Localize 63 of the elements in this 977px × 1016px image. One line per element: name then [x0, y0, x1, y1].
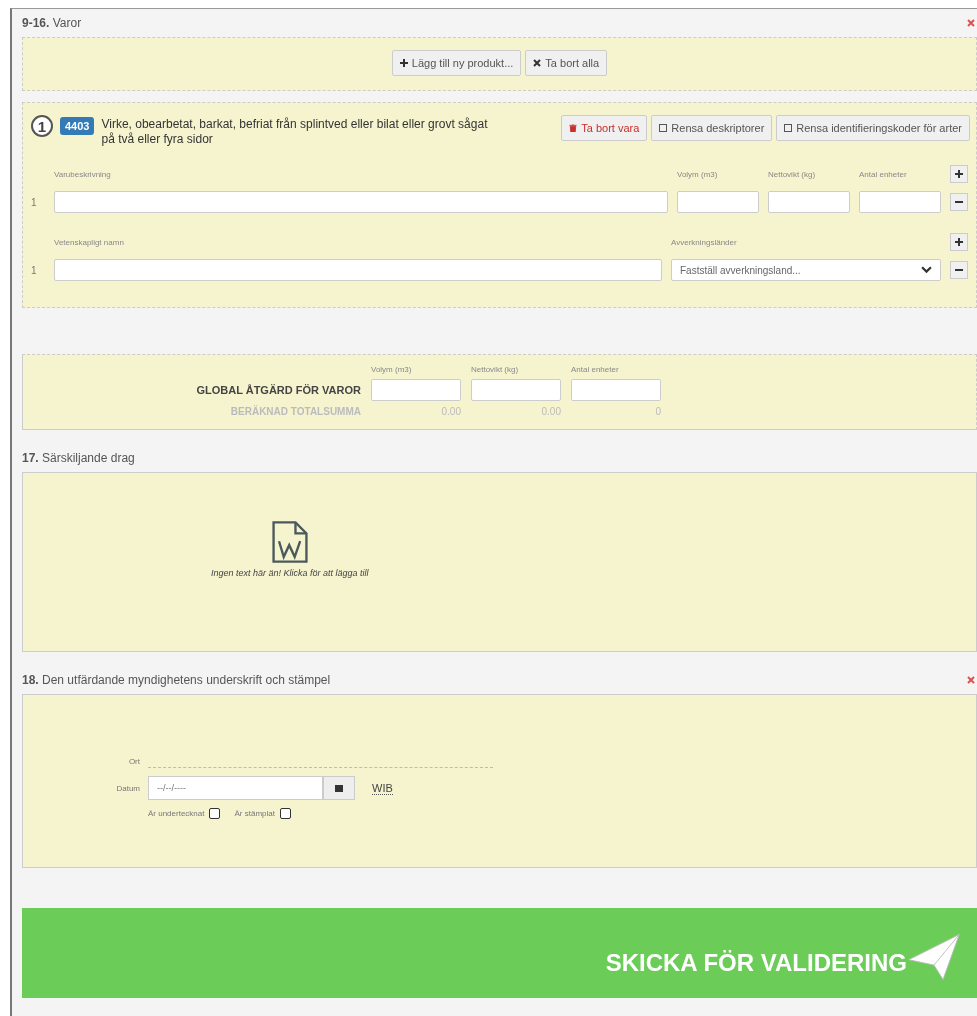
timezone-label: WIB	[372, 781, 393, 795]
toolbar-button[interactable]: Lägg till ny produkt...	[391, 50, 522, 76]
product-description: Virke, obearbetat, barkat, befriat från splintved eller bilat eller grovt sågat på två eller fyra sidor	[101, 117, 489, 147]
column-label: Nettovikt (kg)	[768, 169, 817, 179]
checkbox-icon	[784, 124, 793, 132]
section-title: 17. Särskiljande drag	[22, 451, 135, 465]
remove-row-button[interactable]	[950, 193, 968, 211]
input-field[interactable]	[54, 191, 668, 213]
minus-icon	[955, 198, 963, 206]
column-label: Varubeskrivning	[54, 169, 112, 179]
global-label: GLOBAL ÅTGÄRD FÖR VAROR	[195, 384, 361, 396]
input-field[interactable]	[471, 379, 561, 401]
item-number: 1	[31, 115, 53, 137]
close-icon[interactable]	[967, 19, 975, 27]
country-select[interactable]: Fastställ avverkningsland...	[671, 259, 941, 281]
action-button[interactable]: Rensa identifieringskoder för arter	[776, 115, 970, 141]
input-field[interactable]	[768, 191, 850, 213]
checkbox[interactable]	[279, 808, 291, 819]
paper-plane-icon	[907, 932, 961, 982]
document-icon	[271, 520, 308, 564]
plus-icon	[955, 170, 963, 178]
action-button[interactable]: Rensa deskriptorer	[651, 115, 773, 141]
code-badge: 4403	[60, 117, 95, 135]
column-label: Antal enheter	[859, 169, 908, 179]
column-label: Antal enheter	[571, 365, 620, 374]
total-label: BERÄKNAD TOTALSUMMA	[229, 406, 361, 417]
add-row-button[interactable]	[950, 165, 968, 183]
action-button[interactable]: Ta bort vara	[561, 115, 648, 141]
field-label: Datum	[115, 783, 140, 793]
input-field[interactable]	[677, 191, 759, 213]
section-title: 18. Den utfärdande myndighetens underskrift och stämpel	[22, 673, 331, 687]
minus-icon	[955, 266, 963, 274]
text-area[interactable]: Ingen text här än! Klicka för att lägga till	[22, 472, 977, 652]
section-title: 9-16. Varor	[22, 16, 82, 30]
row-index: 1	[31, 264, 38, 276]
column-label: Volym (m3)	[371, 365, 413, 374]
chevron-down-icon	[921, 266, 932, 274]
add-row-button[interactable]	[950, 233, 968, 251]
empty-text: Ingen text här än! Klicka för att lägga till	[211, 568, 369, 578]
field-label: Ort	[127, 757, 140, 766]
input-field[interactable]	[859, 191, 941, 213]
column-label: Vetenskapligt namn	[54, 237, 125, 247]
checkbox[interactable]	[209, 808, 221, 819]
checkbox-label: Är undertecknat	[148, 809, 205, 818]
column-label: Nettovikt (kg)	[471, 365, 520, 374]
plus-icon	[955, 238, 963, 246]
input-field[interactable]	[54, 259, 662, 281]
remove-row-button[interactable]	[950, 261, 968, 279]
toolbar-button[interactable]: Ta bort alla	[525, 50, 608, 76]
checkbox-icon	[659, 124, 668, 132]
column-label: Volym (m3)	[677, 169, 719, 179]
checkbox-label: Är stämplat	[234, 809, 275, 818]
calendar-icon	[335, 784, 343, 792]
date-field[interactable]: --/--/----	[148, 776, 323, 800]
close-icon[interactable]	[967, 676, 975, 684]
row-index: 1	[31, 196, 38, 208]
close-icon	[533, 59, 542, 67]
input-field[interactable]	[571, 379, 661, 401]
input-field[interactable]	[371, 379, 461, 401]
trash-icon	[569, 124, 578, 132]
calendar-button[interactable]	[323, 776, 355, 800]
plus-icon	[399, 59, 408, 67]
column-label: Avverkningsländer	[671, 237, 738, 247]
